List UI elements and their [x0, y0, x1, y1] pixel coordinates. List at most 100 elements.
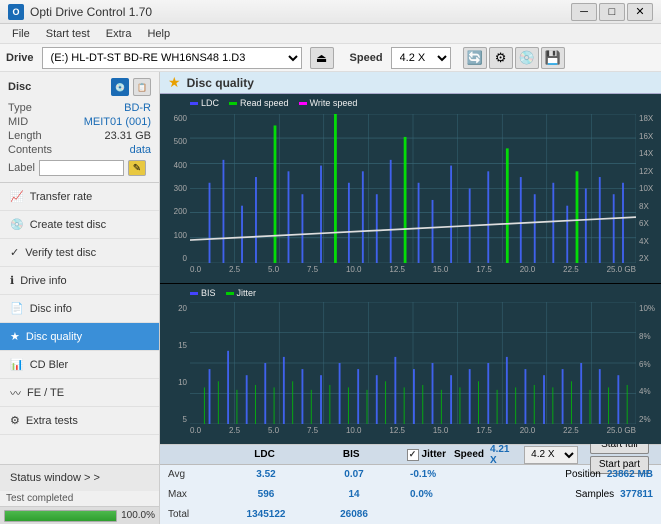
stats-total-row: Total 1345122 26086: [160, 504, 661, 524]
disc-length-value: 23.31 GB: [105, 130, 151, 142]
progress-bar-outer: [4, 510, 117, 522]
speed-header-value: 4.21 X: [490, 444, 518, 466]
toolbar-icons: 🔄 ⚙ 💿 💾: [463, 47, 565, 69]
app-title: Opti Drive Control 1.70: [30, 5, 152, 19]
drive-select[interactable]: (E:) HL-DT-ST BD-RE WH16NS48 1.D3: [42, 47, 302, 69]
maximize-button[interactable]: □: [599, 3, 625, 21]
disc-panel-icon2: 📋: [133, 78, 151, 96]
samples-label: Samples: [575, 489, 614, 500]
chart-upper: LDC Read speed Write speed 600 500: [160, 94, 661, 284]
sidebar-item-cd-bler[interactable]: 📊 CD Bler: [0, 351, 159, 379]
status-window-button[interactable]: Status window > >: [0, 465, 159, 491]
disc-label-button[interactable]: ✎: [128, 160, 146, 176]
disc-quality-label: Disc quality: [26, 331, 82, 343]
avg-jitter: -0.1%: [410, 469, 436, 480]
speed-label: Speed: [350, 52, 383, 64]
chart-upper-legend: LDC Read speed Write speed: [190, 98, 357, 108]
legend-jitter-dot: [226, 292, 234, 295]
disc-contents-row: Contents data: [8, 144, 151, 156]
total-bis: 26086: [314, 509, 394, 520]
chart-lower-svg: [190, 302, 636, 424]
fe-te-icon: 〰: [10, 385, 21, 401]
position-label: Position: [565, 469, 601, 480]
verify-test-label: Verify test disc: [25, 247, 96, 259]
samples-value: 377811: [620, 489, 653, 500]
sidebar-item-disc-info[interactable]: 📄 Disc info: [0, 295, 159, 323]
content-area: ★ Disc quality LDC Read speed: [160, 72, 661, 524]
charts-container: LDC Read speed Write speed 600 500: [160, 94, 661, 444]
speed-select[interactable]: 4.2 X: [391, 47, 451, 69]
disc-contents-value: data: [130, 144, 151, 156]
save-button[interactable]: 💾: [541, 47, 565, 69]
fe-te-label: FE / TE: [27, 387, 64, 399]
position-value: 23862 MB: [607, 469, 653, 480]
status-window-label: Status window > >: [10, 472, 100, 484]
sidebar-item-verify-test-disc[interactable]: ✓ Verify test disc: [0, 239, 159, 267]
sidebar-item-create-test-disc[interactable]: 💿 Create test disc: [0, 211, 159, 239]
legend-ldc-label: LDC: [201, 98, 219, 108]
disc-mid-label: MID: [8, 116, 28, 128]
stats-avg-row: Avg 3.52 0.07 -0.1% Position 23862 MB: [160, 465, 661, 485]
disc-mid-value: MEIT01 (001): [84, 116, 151, 128]
disc-info-icon: 📄: [10, 302, 24, 315]
menu-file[interactable]: File: [4, 26, 38, 42]
disc-type-value: BD-R: [124, 102, 151, 114]
y-axis-left-lower: 20 15 10 5: [160, 304, 190, 424]
sidebar-bottom: Status window > > Test completed 100.0%: [0, 464, 159, 524]
progress-bar-container: 100.0%: [0, 506, 159, 524]
disc-length-row: Length 23.31 GB: [8, 130, 151, 142]
legend-read-dot: [229, 102, 237, 105]
disc-quality-header: ★ Disc quality: [160, 72, 661, 94]
stats-right-position: Position 23862 MB: [565, 469, 653, 480]
minimize-button[interactable]: ─: [571, 3, 597, 21]
transfer-rate-label: Transfer rate: [30, 191, 93, 203]
menu-help[interactable]: Help: [139, 26, 178, 42]
sidebar-item-disc-quality[interactable]: ★ Disc quality: [0, 323, 159, 351]
y-axis-left-upper: 600 500 400 300 200 100 0: [160, 114, 190, 263]
eject-button[interactable]: ⏏: [310, 47, 334, 69]
disc-quality-header-title: Disc quality: [187, 76, 254, 90]
max-bis: 14: [314, 489, 394, 500]
max-ldc: 596: [226, 489, 306, 500]
jitter-checkbox[interactable]: ✓: [407, 449, 419, 461]
close-button[interactable]: ✕: [627, 3, 653, 21]
speed-dropdown[interactable]: 4.2 X: [524, 446, 578, 464]
disc-label-label: Label: [8, 162, 35, 174]
stats-max-row: Max 596 14 0.0% Samples 377811: [160, 485, 661, 505]
legend-ldc: LDC: [190, 98, 219, 108]
stats-right-samples: Samples 377811: [575, 489, 653, 500]
stats-bar: LDC BIS ✓ Jitter Speed 4.21 X 4.2 X Star…: [160, 444, 661, 524]
progress-text: 100.0%: [121, 510, 155, 521]
disc-label-row: Label ✎: [8, 160, 151, 176]
disc-quality-icon: ★: [10, 330, 20, 343]
total-ldc: 1345122: [226, 509, 306, 520]
settings-button[interactable]: ⚙: [489, 47, 513, 69]
sidebar-item-transfer-rate[interactable]: 📈 Transfer rate: [0, 183, 159, 211]
jitter-label: Jitter: [422, 449, 446, 460]
sidebar-item-fe-te[interactable]: 〰 FE / TE: [0, 379, 159, 407]
y-axis-right-lower: 10% 8% 6% 4% 2%: [636, 304, 661, 424]
legend-write-dot: [299, 102, 307, 105]
chart-upper-svg: [190, 114, 636, 263]
menu-start-test[interactable]: Start test: [38, 26, 98, 42]
title-bar: O Opti Drive Control 1.70 ─ □ ✕: [0, 0, 661, 24]
extra-tests-icon: ⚙: [10, 414, 20, 427]
sidebar-item-drive-info[interactable]: ℹ Drive info: [0, 267, 159, 295]
disc-button[interactable]: 💿: [515, 47, 539, 69]
legend-bis-dot: [190, 292, 198, 295]
disc-length-label: Length: [8, 130, 42, 142]
status-text: Test completed: [0, 491, 159, 506]
disc-contents-label: Contents: [8, 144, 52, 156]
drive-info-label: Drive info: [20, 275, 66, 287]
extra-tests-label: Extra tests: [26, 415, 78, 427]
disc-label-input[interactable]: [39, 160, 124, 176]
legend-read-label: Read speed: [240, 98, 289, 108]
create-test-label: Create test disc: [30, 219, 106, 231]
refresh-button[interactable]: 🔄: [463, 47, 487, 69]
x-axis-lower: 0.0 2.5 5.0 7.5 10.0 12.5 15.0 17.5 20.0…: [190, 424, 636, 444]
disc-type-row: Type BD-R: [8, 102, 151, 114]
legend-bis: BIS: [190, 288, 216, 298]
sidebar-item-extra-tests[interactable]: ⚙ Extra tests: [0, 407, 159, 435]
menu-extra[interactable]: Extra: [98, 26, 140, 42]
max-jitter: 0.0%: [410, 489, 433, 500]
